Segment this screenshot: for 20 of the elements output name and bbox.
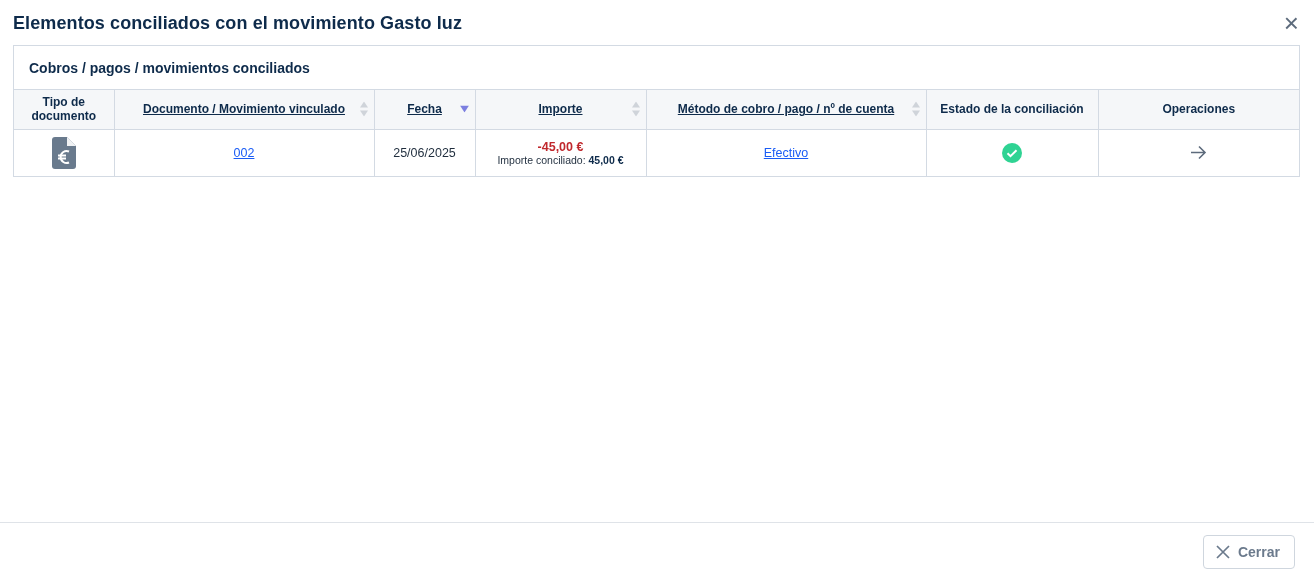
sort-icon[interactable]	[911, 101, 920, 117]
column-header-link[interactable]: Fecha	[407, 102, 442, 117]
dialog-title: Elementos conciliados con el movimiento Gasto luz	[13, 12, 462, 34]
arrow-right-icon[interactable]	[1190, 145, 1208, 161]
sort-icon[interactable]	[631, 101, 640, 117]
close-icon[interactable]: ×	[1283, 13, 1299, 33]
reconciled-amount-text: Importe conciliado: 45,00 €	[496, 153, 625, 166]
sort-descending-icon[interactable]	[459, 105, 469, 113]
sort-icon[interactable]	[359, 101, 368, 117]
euro-document-icon	[51, 136, 76, 169]
amount-text: -45,00 €	[536, 139, 585, 154]
column-header-link[interactable]: Importe	[538, 102, 583, 117]
document-link[interactable]: 002	[233, 145, 255, 160]
column-header: Tipo de documento	[31, 95, 97, 124]
close-icon	[1215, 545, 1230, 559]
date-text: 25/06/2025	[393, 145, 456, 160]
column-header: Estado de la conciliación	[940, 102, 1084, 117]
column-header: Operaciones	[1162, 102, 1236, 117]
close-button[interactable]: Cerrar	[1202, 535, 1295, 569]
payment-method-link[interactable]: Efectivo	[763, 145, 809, 160]
